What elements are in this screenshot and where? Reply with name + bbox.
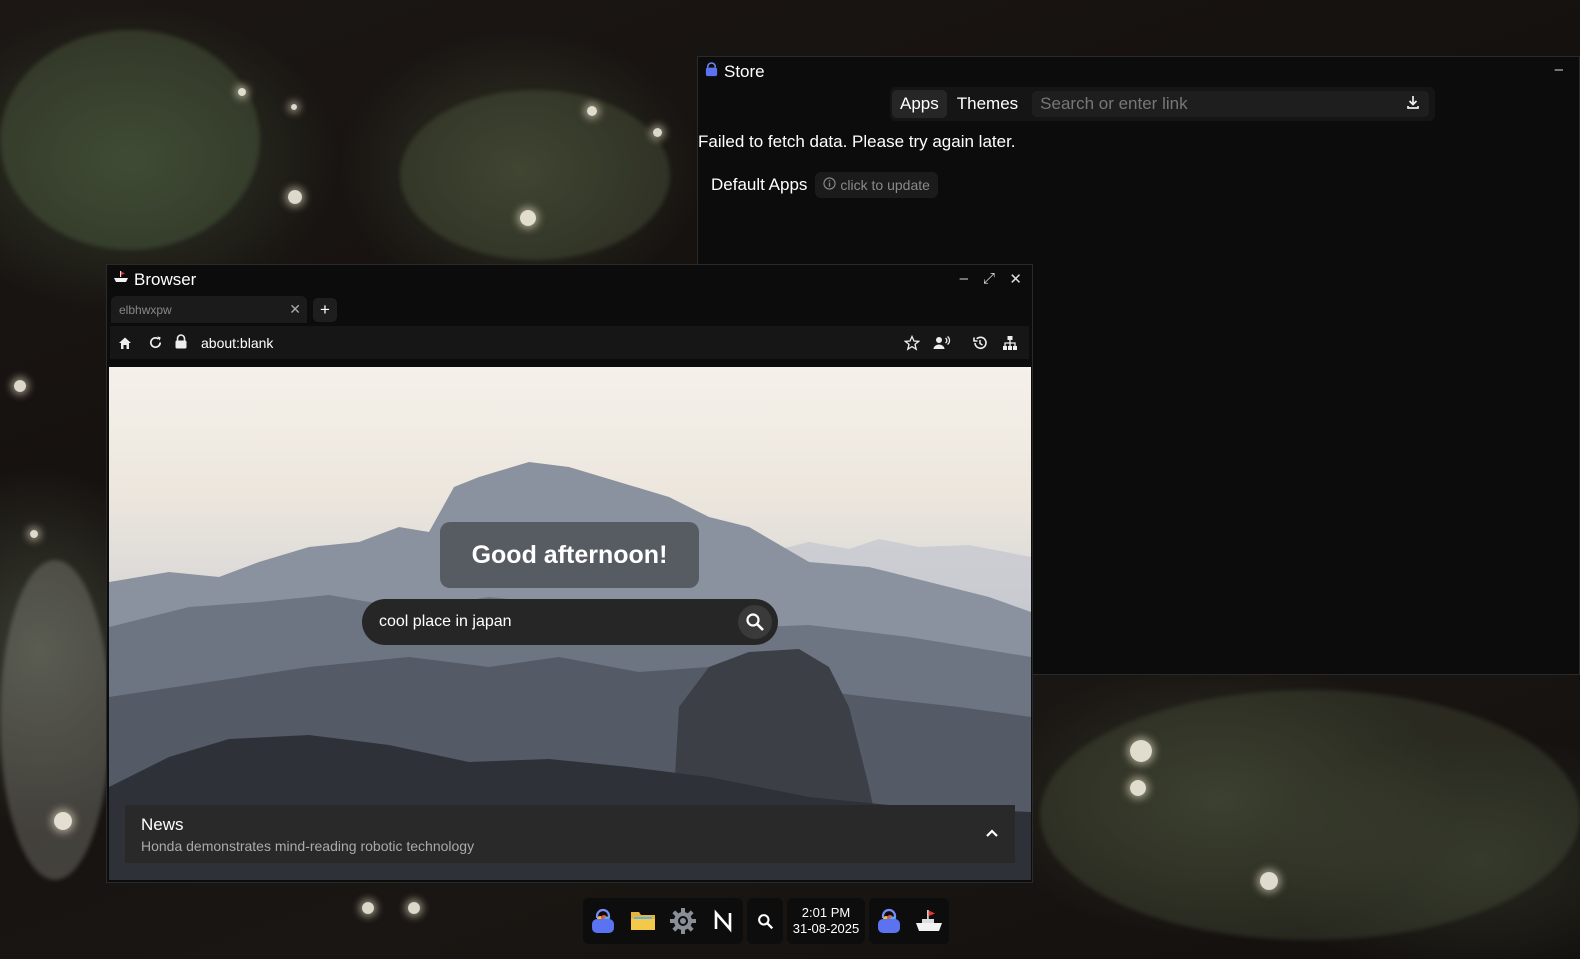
lock-icon bbox=[174, 333, 188, 352]
url-text: about:blank bbox=[201, 334, 274, 351]
taskbar-clock[interactable]: 2:01 PM 31-08-2025 bbox=[787, 898, 865, 944]
news-panel[interactable]: News Honda demonstrates mind-reading rob… bbox=[125, 805, 1015, 863]
bokeh-light bbox=[1130, 780, 1146, 796]
bokeh-light bbox=[587, 106, 597, 116]
browser-close-button[interactable]: ✕ bbox=[1009, 270, 1022, 288]
bokeh-light bbox=[520, 210, 536, 226]
clock-date: 31-08-2025 bbox=[792, 921, 860, 936]
bokeh-light bbox=[54, 812, 72, 830]
browser-icon[interactable] bbox=[909, 898, 949, 944]
update-button[interactable]: click to update bbox=[815, 172, 938, 198]
search-icon[interactable] bbox=[738, 605, 772, 639]
news-headline[interactable]: Honda demonstrates mind-reading robotic … bbox=[141, 838, 474, 854]
bokeh-light bbox=[408, 902, 420, 914]
browser-tab-strip: elbhwxpw ✕ + bbox=[111, 296, 337, 323]
search-icon[interactable] bbox=[747, 898, 783, 944]
home-icon[interactable] bbox=[110, 328, 140, 358]
bokeh-light bbox=[1130, 740, 1152, 762]
store-tab-bar: Apps Themes Search or enter link bbox=[890, 87, 1435, 121]
pine-branch bbox=[0, 560, 110, 880]
browser-boat-icon bbox=[113, 270, 129, 290]
web-search-box[interactable]: cool place in japan bbox=[362, 599, 778, 645]
news-text: News Honda demonstrates mind-reading rob… bbox=[141, 815, 474, 854]
chevron-up-icon[interactable] bbox=[985, 825, 999, 843]
browser-window: Browser – ⤢ ✕ elbhwxpw ✕ + about:blank G… bbox=[106, 264, 1033, 883]
update-label: click to update bbox=[840, 177, 930, 193]
store-bag-icon bbox=[704, 62, 719, 82]
greeting-card: Good afternoon! bbox=[440, 522, 699, 588]
info-icon bbox=[823, 177, 837, 193]
address-bar[interactable]: about:blank bbox=[170, 330, 897, 356]
notes-icon[interactable] bbox=[703, 898, 743, 944]
bokeh-light bbox=[362, 902, 374, 914]
taskbar-group bbox=[583, 898, 743, 944]
taskbar-search bbox=[747, 898, 783, 944]
download-icon[interactable] bbox=[1405, 94, 1421, 115]
bokeh-light bbox=[30, 530, 38, 538]
voice-user-icon[interactable] bbox=[927, 328, 957, 358]
files-icon[interactable] bbox=[623, 898, 663, 944]
store-icon[interactable] bbox=[583, 898, 623, 944]
store-title: Store bbox=[724, 62, 765, 81]
new-tab-button[interactable]: + bbox=[313, 297, 337, 322]
pine-branch bbox=[1040, 690, 1580, 940]
browser-toolbar: about:blank bbox=[110, 326, 1029, 359]
tab-close-icon[interactable]: ✕ bbox=[289, 301, 301, 318]
history-icon[interactable] bbox=[965, 328, 995, 358]
bookmark-star-icon[interactable] bbox=[897, 328, 927, 358]
settings-icon[interactable] bbox=[663, 898, 703, 944]
default-apps-row: Default Apps click to update bbox=[711, 172, 938, 198]
store-search-input[interactable]: Search or enter link bbox=[1032, 91, 1429, 117]
store-search-placeholder: Search or enter link bbox=[1040, 94, 1188, 113]
news-title: News bbox=[141, 814, 184, 834]
web-search-input[interactable]: cool place in japan bbox=[362, 613, 738, 631]
browser-maximize-button[interactable]: ⤢ bbox=[983, 270, 995, 287]
default-apps-label: Default Apps bbox=[711, 175, 808, 194]
browser-tab-title: elbhwxpw bbox=[119, 302, 172, 317]
browser-titlebar[interactable]: Browser – ⤢ ✕ bbox=[107, 265, 1032, 295]
bokeh-light bbox=[14, 380, 26, 392]
taskbar-pinned: 2:01 PM 31-08-2025 bbox=[583, 898, 949, 944]
store-error-message: Failed to fetch data. Please try again l… bbox=[698, 132, 1016, 151]
bokeh-light bbox=[653, 128, 662, 137]
taskbar-open-apps bbox=[869, 898, 949, 944]
browser-title: Browser bbox=[134, 270, 197, 289]
pine-branch bbox=[400, 90, 670, 260]
sitemap-icon[interactable] bbox=[995, 328, 1025, 358]
browser-minimize-button[interactable]: – bbox=[960, 270, 968, 287]
store-titlebar[interactable]: Store – bbox=[698, 57, 1579, 87]
bokeh-light bbox=[1260, 872, 1278, 890]
clock-time: 2:01 PM bbox=[801, 905, 851, 920]
browser-page: Good afternoon! cool place in japan News… bbox=[109, 367, 1031, 880]
tab-apps[interactable]: Apps bbox=[892, 90, 947, 118]
bokeh-light bbox=[288, 190, 302, 204]
store-icon[interactable] bbox=[869, 898, 909, 944]
store-minimize-button[interactable]: – bbox=[1555, 61, 1563, 78]
reload-icon[interactable] bbox=[140, 328, 170, 358]
pine-branch bbox=[0, 30, 260, 250]
browser-tab[interactable]: elbhwxpw ✕ bbox=[111, 296, 307, 323]
bokeh-light bbox=[291, 104, 297, 110]
bokeh-light bbox=[238, 88, 246, 96]
tab-themes[interactable]: Themes bbox=[949, 90, 1026, 118]
